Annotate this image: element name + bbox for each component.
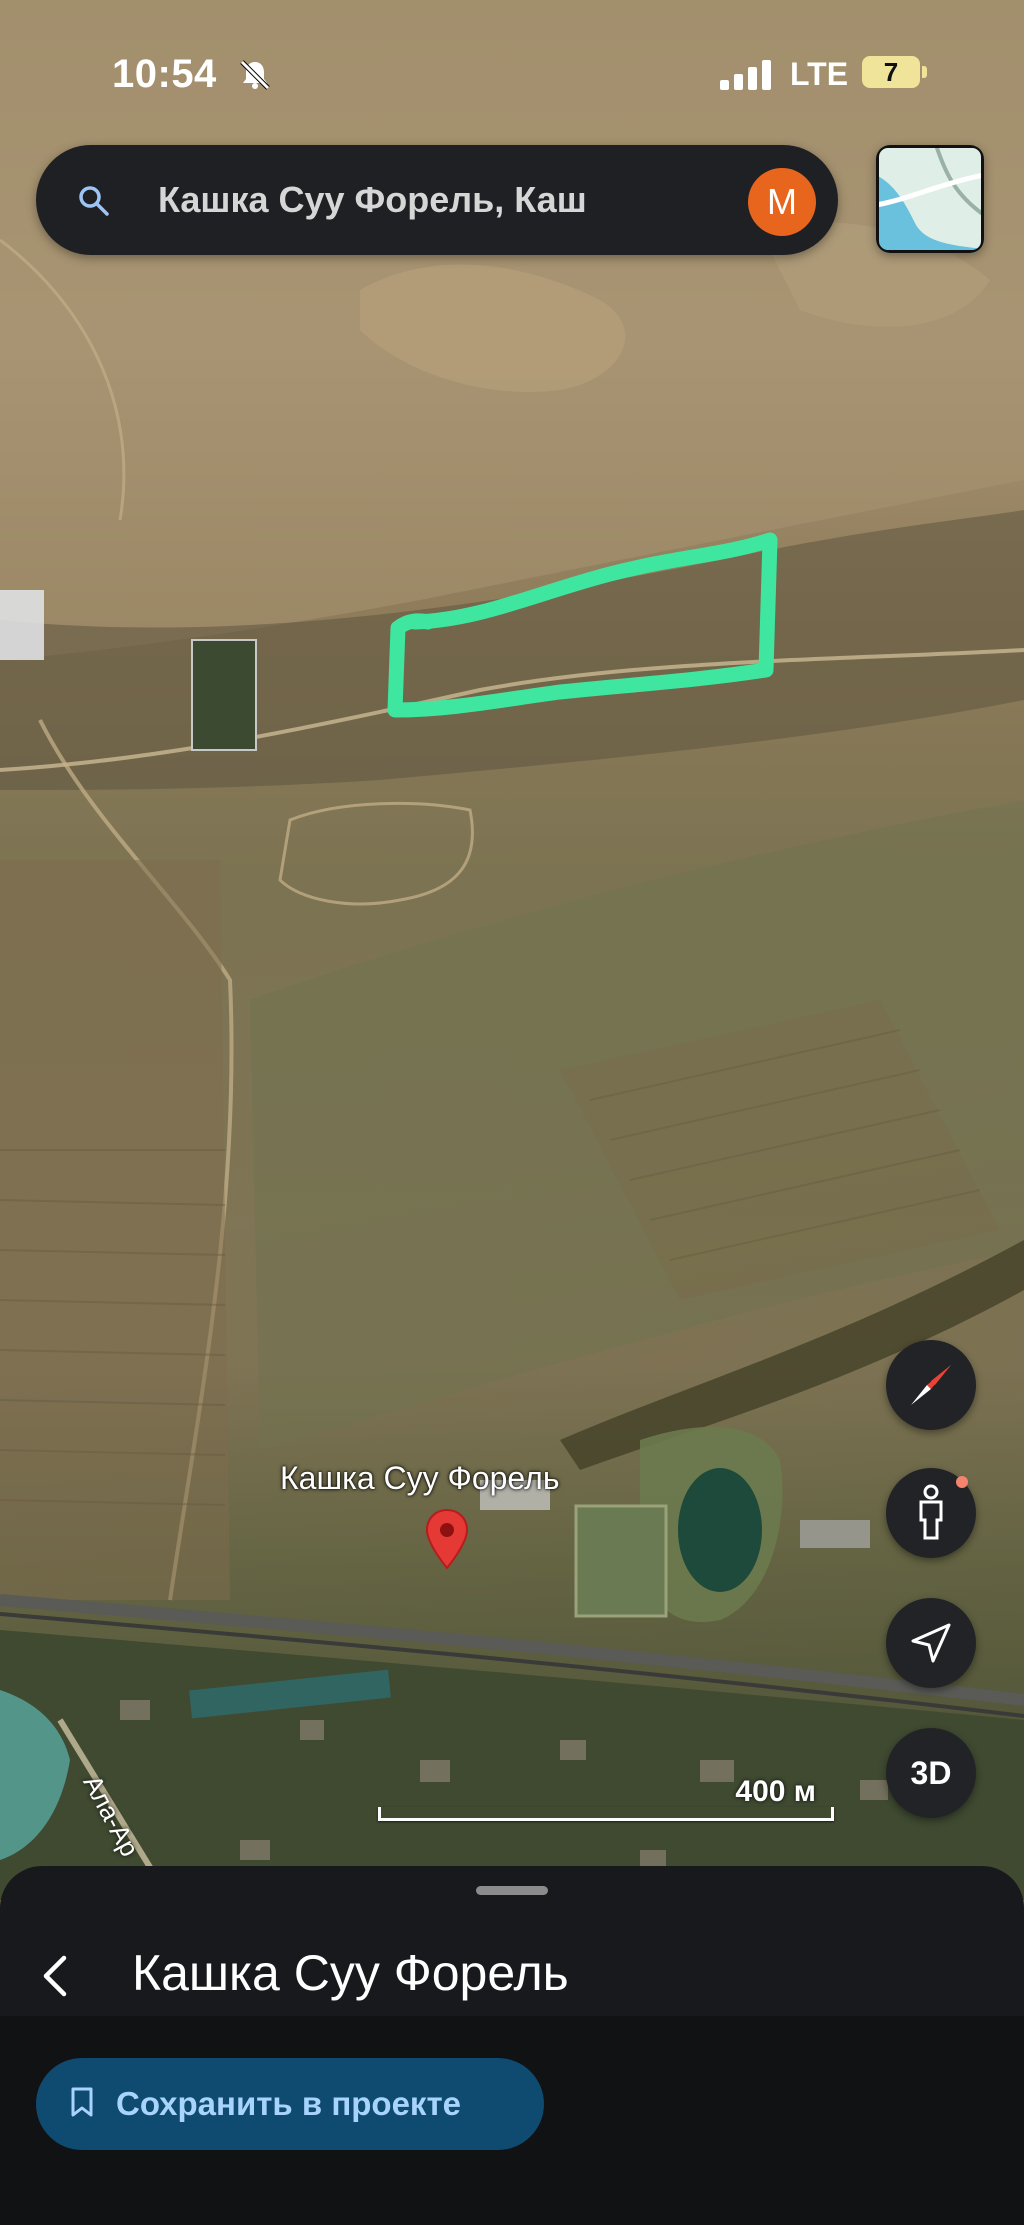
street-view-button[interactable]	[886, 1468, 976, 1558]
status-bar: 10:54 LTE 7	[0, 0, 1024, 150]
scale-label: 400 м	[735, 1775, 816, 1808]
bell-muted-icon	[238, 58, 272, 97]
map-layers-button[interactable]	[876, 145, 984, 253]
sheet-actions: Сохранить в проекте	[0, 2016, 1024, 2225]
place-title: Кашка Суу Форель	[132, 1945, 569, 2001]
map-thumbnail-icon	[876, 145, 984, 253]
compass-icon	[911, 1365, 951, 1405]
save-to-project-button[interactable]: Сохранить в проекте	[36, 2058, 544, 2150]
cellular-signal-icon	[720, 60, 776, 95]
my-location-button[interactable]	[886, 1598, 976, 1688]
account-avatar[interactable]: M	[748, 168, 816, 236]
satellite-map[interactable]: Кашка Суу Форель Ала-Ар 400 м	[0, 0, 1024, 1900]
place-bottom-sheet[interactable]: Кашка Суу Форель Сохранить в проекте	[0, 1866, 1024, 2225]
compass-button[interactable]	[886, 1340, 976, 1430]
terrain-layer	[0, 0, 1024, 1900]
clock: 10:54	[112, 52, 217, 96]
scale-line	[378, 1807, 834, 1821]
3d-toggle-button[interactable]: 3D	[886, 1728, 976, 1818]
network-type: LTE	[790, 56, 849, 92]
save-button-label: Сохранить в проекте	[116, 2085, 461, 2122]
scale-bar: 400 м	[378, 1775, 836, 1825]
drag-handle[interactable]	[476, 1886, 548, 1895]
bookmark-icon	[70, 2086, 94, 2123]
battery-level: 7	[862, 56, 920, 88]
search-bar[interactable]: Кашка Суу Форель, Каш M	[36, 145, 838, 255]
search-icon[interactable]	[76, 183, 112, 224]
location-pin-icon[interactable]	[425, 1508, 469, 1577]
navigation-arrow-icon	[911, 1623, 951, 1663]
battery-cap	[922, 66, 927, 78]
back-arrow-icon[interactable]	[34, 1946, 74, 2006]
notification-dot	[956, 1476, 968, 1488]
place-label[interactable]: Кашка Суу Форель	[280, 1460, 560, 1497]
search-input[interactable]: Кашка Суу Форель, Каш	[158, 179, 758, 223]
pegman-icon	[919, 1484, 943, 1540]
